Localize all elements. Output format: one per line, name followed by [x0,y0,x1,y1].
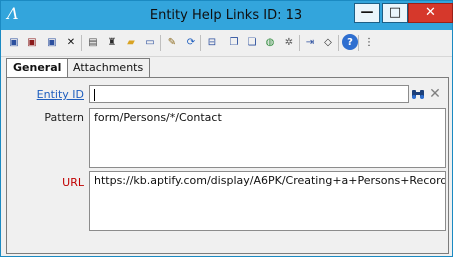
edit-icon[interactable]: ✎ [164,34,180,50]
import-icon[interactable]: ⇥ [302,34,318,50]
url-label: URL [62,176,84,189]
toolbar-separator [160,35,161,51]
tab-general[interactable]: General [6,58,69,77]
tag-icon[interactable]: ◇ [320,34,336,50]
title-bar[interactable]: Λ Entity Help Links ID: 13 — □ ✕ [1,1,453,30]
binoculars-icon[interactable] [410,86,426,102]
toolbar-separator [338,35,339,51]
toolbar-separator [81,35,82,51]
save-icon[interactable]: ▣ [6,34,22,50]
pattern-label: Pattern [44,111,84,124]
more-icon[interactable]: ⋮ [361,34,377,50]
url-field[interactable]: https://kb.aptify.com/display/A6PK/Creat… [89,171,446,231]
window-icon[interactable]: ▭ [142,34,158,50]
entity-id-field[interactable] [89,85,409,103]
window-title: Entity Help Links ID: 13 [149,8,303,23]
copy-icon[interactable]: ❐ [226,34,242,50]
help-icon[interactable]: ? [342,34,358,50]
maximize-button[interactable]: □ [382,3,408,23]
paste-icon[interactable]: ❏ [244,34,260,50]
delete-icon[interactable]: ✕ [63,34,79,50]
refresh-icon[interactable]: ⟳ [183,34,199,50]
link-icon[interactable]: ⊟ [204,34,220,50]
save-and-new-icon[interactable]: ▣ [44,34,60,50]
print-icon[interactable]: ▤ [85,34,101,50]
general-tab-panel: Entity ID ✕ Pattern form/Persons/*/Conta… [6,77,449,254]
form-area: General Attachments Entity ID ✕ Pattern … [1,57,452,256]
toolbar-separator [299,35,300,51]
text-cursor [94,89,95,101]
toolbar: ▣ ▣ ▣ ✕ ▤ ♜ ▰ ▭ ✎ ⟳ ⊟ ❐ ❏ ◍ ✲ ⇥ ◇? ⋮ [1,30,452,57]
pattern-field[interactable]: form/Persons/*/Contact [89,108,446,168]
entity-help-links-window: Λ Entity Help Links ID: 13 — □ ✕ ▣ ▣ ▣ ✕ ▤ ♜ ▰… [0,0,453,257]
settings-icon[interactable]: ✲ [281,34,297,50]
find-icon[interactable]: ♜ [104,34,120,50]
open-folder-icon[interactable]: ▰ [123,34,139,50]
minimize-button[interactable]: — [354,3,380,23]
globe-icon[interactable]: ◍ [262,34,278,50]
toolbar-separator [200,35,201,51]
aptify-logo-icon: Λ [7,4,19,23]
tab-attachments[interactable]: Attachments [66,58,151,77]
clear-icon[interactable]: ✕ [427,86,443,102]
toolbar-separator [358,35,359,51]
binoculars-icon-graphic [412,90,424,99]
entity-id-label[interactable]: Entity ID [7,88,84,101]
save-and-close-icon[interactable]: ▣ [24,34,40,50]
close-button[interactable]: ✕ [408,3,453,23]
